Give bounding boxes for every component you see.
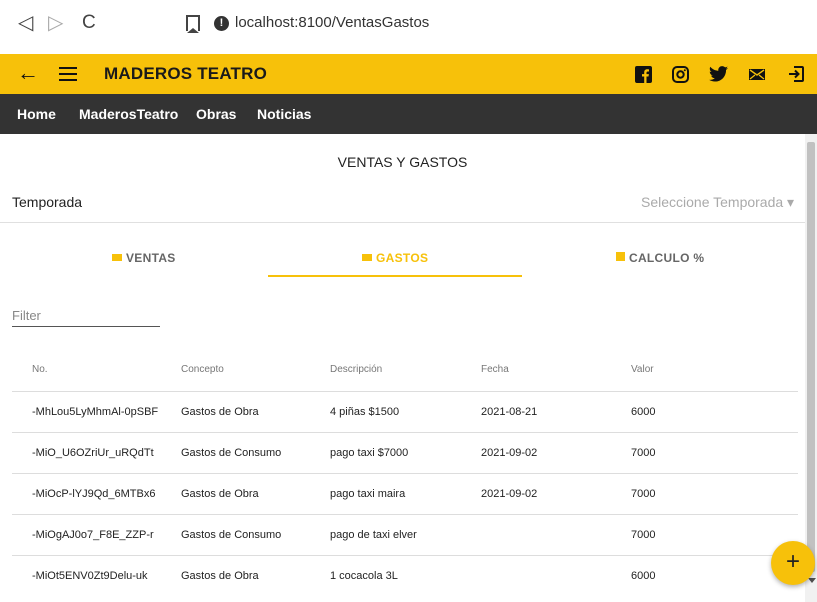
browser-back-button[interactable]: ◁ [18, 12, 33, 34]
tab-gastos[interactable]: GASTOS [362, 251, 428, 265]
table-header-divider [12, 391, 798, 392]
column-header-concepto[interactable]: Concepto [181, 364, 224, 375]
tab-ventas-label: VENTAS [126, 251, 176, 265]
temporada-label: Temporada [12, 194, 83, 210]
menu-icon[interactable] [59, 67, 77, 81]
nav-noticias[interactable]: Noticias [257, 106, 311, 122]
app-header: ← MADEROS TEATRO [0, 54, 817, 94]
scroll-down-arrow-icon[interactable] [808, 578, 816, 583]
page-title: VENTAS Y GASTOS [337, 154, 468, 170]
cell-descripcion: 4 piñas $1500 [330, 406, 400, 418]
column-header-valor[interactable]: Valor [631, 364, 654, 375]
filter-underline [12, 326, 160, 327]
cell-descripcion: pago taxi $7000 [330, 447, 409, 459]
logout-icon[interactable] [786, 64, 806, 84]
cell-no: -MhLou5LyMhmAl-0pSBF [32, 406, 159, 418]
cell-fecha: 2021-09-02 [481, 488, 538, 500]
cell-no: -MiOcP-lYJ9Qd_6MTBx6 [32, 488, 156, 500]
tab-ventas[interactable]: VENTAS [112, 251, 176, 265]
calculo-icon [616, 252, 625, 261]
cell-fecha: 2021-08-21 [481, 406, 538, 418]
cell-valor: 6000 [631, 406, 656, 418]
cell-descripcion: pago taxi maira [330, 488, 406, 500]
cell-descripcion: 1 cocacola 3L [330, 570, 398, 582]
column-header-fecha[interactable]: Fecha [481, 364, 509, 375]
cell-no: -MiO_U6OZriUr_uRQdTt [32, 447, 154, 459]
cell-concepto: Gastos de Obra [181, 570, 259, 582]
browser-forward-button[interactable]: ▷ [48, 12, 63, 34]
column-header-no[interactable]: No. [32, 364, 48, 375]
active-tab-indicator [268, 275, 522, 277]
instagram-icon[interactable] [670, 64, 690, 84]
cell-valor: 7000 [631, 447, 656, 459]
ventas-icon [112, 254, 122, 261]
divider [0, 222, 805, 223]
temporada-select[interactable]: Seleccione Temporada ▾ [641, 194, 794, 211]
cell-descripcion: pago de taxi elver [330, 529, 417, 541]
cell-concepto: Gastos de Obra [181, 488, 259, 500]
address-bar[interactable]: localhost:8100/VentasGastos [235, 14, 429, 31]
cell-fecha: 2021-09-02 [481, 447, 538, 459]
add-button[interactable]: + [771, 541, 815, 585]
back-arrow-icon[interactable]: ← [17, 60, 39, 86]
scrollbar-thumb[interactable] [807, 142, 815, 572]
nav-obras[interactable]: Obras [196, 106, 236, 122]
nav-maderos-teatro[interactable]: MaderosTeatro [79, 106, 178, 122]
tab-gastos-label: GASTOS [376, 251, 429, 265]
cell-concepto: Gastos de Consumo [181, 447, 282, 459]
facebook-icon[interactable] [633, 64, 653, 84]
column-header-descripcion[interactable]: Descripción [330, 364, 382, 375]
cell-valor: 7000 [631, 488, 656, 500]
cell-no: -MiOt5ENV0Zt9Delu-uk [32, 570, 148, 582]
app-title: MADEROS TEATRO [104, 64, 268, 83]
tab-calculo-label: CALCULO % [629, 251, 705, 265]
cell-valor: 7000 [631, 529, 656, 541]
cell-concepto: Gastos de Obra [181, 406, 259, 418]
cell-concepto: Gastos de Consumo [181, 529, 282, 541]
row-divider [12, 473, 798, 474]
site-info-icon[interactable]: ! [214, 16, 229, 31]
main-nav: Home MaderosTeatro Obras Noticias [0, 94, 817, 134]
mail-icon[interactable] [747, 64, 767, 84]
cell-no: -MiOgAJ0o7_F8E_ZZP-r [32, 529, 154, 541]
twitter-icon[interactable] [708, 64, 728, 84]
browser-toolbar: ◁ ▷ C ! localhost:8100/VentasGastos [0, 0, 817, 54]
row-divider [12, 432, 798, 433]
filter-input[interactable]: Filter [12, 308, 41, 323]
browser-reload-button[interactable]: C [82, 12, 96, 34]
cell-valor: 6000 [631, 570, 656, 582]
bookmark-icon[interactable] [186, 15, 200, 33]
row-divider [12, 555, 798, 556]
nav-home[interactable]: Home [17, 106, 56, 122]
gastos-icon [362, 254, 372, 261]
row-divider [12, 514, 798, 515]
tab-calculo[interactable]: CALCULO % [616, 251, 704, 265]
